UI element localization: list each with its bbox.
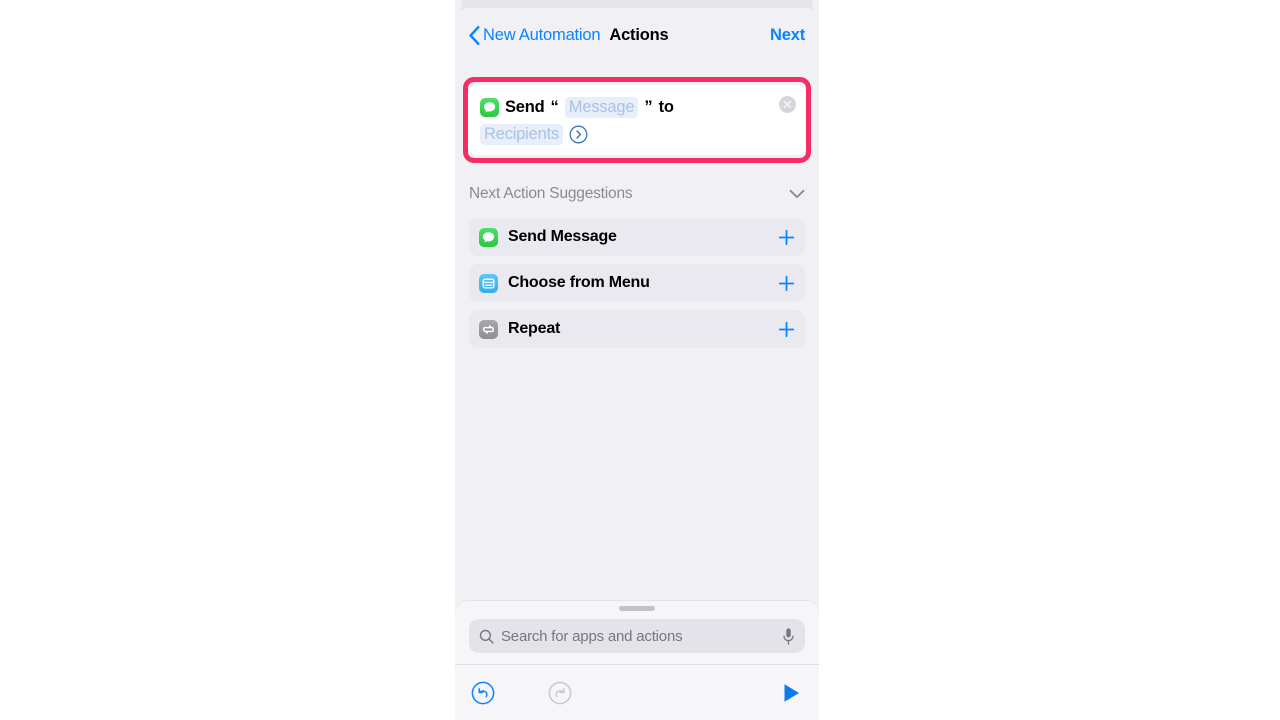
- suggestion-label: Send Message: [508, 228, 617, 245]
- plus-icon[interactable]: [778, 321, 795, 338]
- chevron-left-icon: [469, 25, 480, 45]
- suggestion-row-choose-from-menu[interactable]: Choose from Menu: [469, 264, 805, 302]
- suggestions-header-label: Next Action Suggestions: [469, 185, 633, 202]
- suggestion-label: Repeat: [508, 320, 561, 337]
- page-title: Actions: [609, 25, 669, 44]
- messages-icon: [479, 227, 498, 247]
- action-card-send-message[interactable]: Send “ Message ” to Recipients: [468, 85, 806, 155]
- drag-grabber-handle[interactable]: [619, 606, 655, 611]
- chevron-right-circle-icon[interactable]: [569, 125, 588, 144]
- search-icon: [479, 629, 494, 644]
- suggestion-row-repeat[interactable]: Repeat: [469, 310, 805, 348]
- messages-icon: [480, 98, 499, 117]
- suggestion-label: Choose from Menu: [508, 274, 650, 291]
- message-parameter-token[interactable]: Message: [564, 97, 639, 118]
- redo-circle-icon[interactable]: [548, 681, 572, 705]
- screenshot-root: New Automation Actions Next Send “ Messa…: [0, 0, 1280, 720]
- repeat-icon: [479, 319, 498, 339]
- menu-icon: [479, 273, 498, 293]
- chevron-down-icon[interactable]: [789, 189, 805, 199]
- close-quote: ”: [644, 98, 653, 116]
- undo-circle-icon[interactable]: [471, 681, 495, 705]
- action-line-2: Recipients: [480, 121, 794, 148]
- search-input[interactable]: Search for apps and actions: [469, 619, 805, 653]
- action-line-1: Send “ Message ” to: [480, 94, 794, 121]
- back-button-label: New Automation: [483, 25, 601, 44]
- bottom-search-panel: Search for apps and actions: [455, 601, 819, 720]
- app-screen: New Automation Actions Next Send “ Messa…: [455, 8, 819, 720]
- plus-icon[interactable]: [778, 275, 795, 292]
- action-verb: Send: [505, 98, 545, 116]
- suggestions-header[interactable]: Next Action Suggestions: [469, 185, 805, 203]
- search-placeholder: Search for apps and actions: [501, 627, 683, 645]
- back-button[interactable]: New Automation: [469, 25, 601, 45]
- phone-frame: New Automation Actions Next Send “ Messa…: [455, 0, 819, 720]
- editor-toolbar: [455, 664, 819, 720]
- navigation-bar: New Automation Actions Next: [455, 8, 819, 62]
- open-quote: “: [550, 98, 559, 116]
- close-circle-icon[interactable]: [779, 96, 796, 113]
- microphone-icon[interactable]: [782, 627, 795, 646]
- action-preposition: to: [658, 98, 674, 116]
- suggestions-list: Send Message Choose from Menu Repeat: [469, 218, 805, 356]
- suggestion-row-send-message[interactable]: Send Message: [469, 218, 805, 256]
- play-icon[interactable]: [779, 681, 803, 705]
- next-button[interactable]: Next: [770, 26, 805, 45]
- plus-icon[interactable]: [778, 229, 795, 246]
- recipients-parameter-token[interactable]: Recipients: [480, 124, 564, 145]
